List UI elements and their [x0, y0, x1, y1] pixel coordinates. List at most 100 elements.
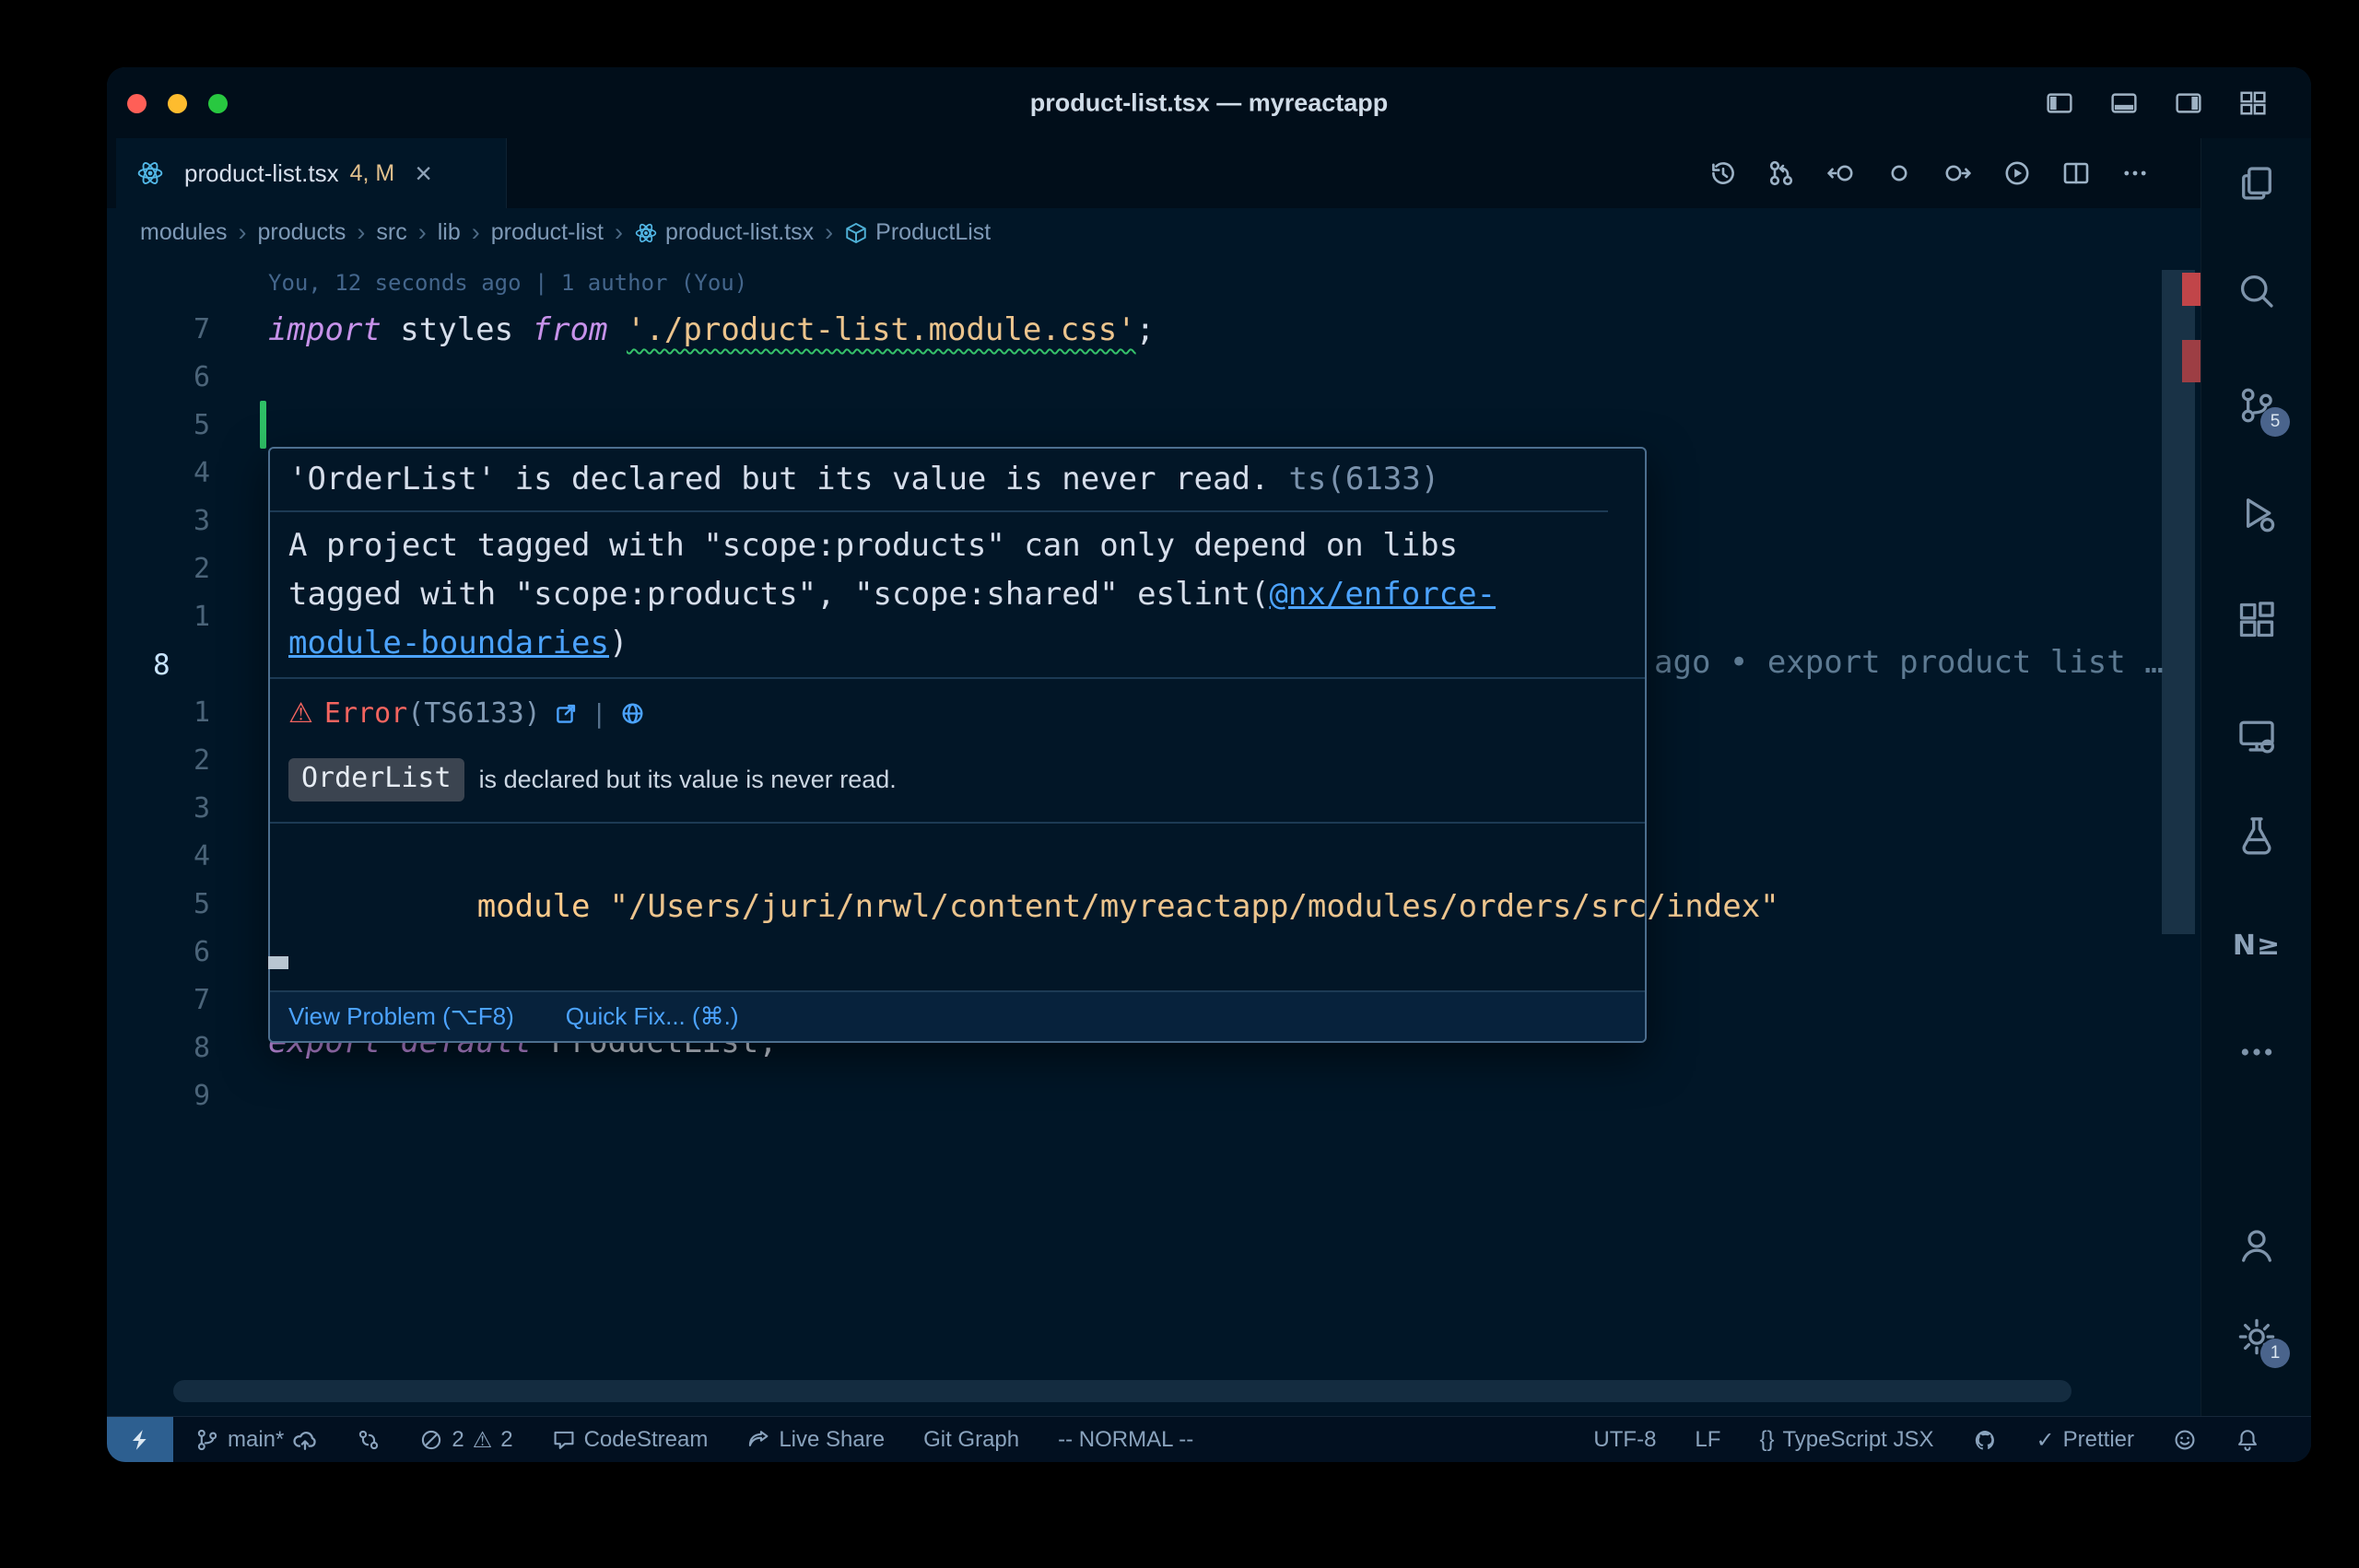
codestream-item[interactable]: CodeStream — [552, 1427, 709, 1453]
check-icon: ✓ — [2036, 1427, 2055, 1453]
encoding-label: UTF-8 — [1593, 1427, 1656, 1453]
additional-views-icon[interactable] — [2231, 1026, 2283, 1078]
pull-request-icon[interactable] — [1766, 158, 1797, 189]
status-bar-left: main* 2 ⚠ 2 CodeStream — [195, 1417, 1193, 1462]
vim-mode-item[interactable]: -- NORMAL -- — [1058, 1427, 1193, 1453]
more-actions-icon[interactable] — [2119, 158, 2151, 189]
line-number[interactable]: 7 — [107, 977, 210, 1024]
minimize-window-button[interactable] — [168, 94, 187, 113]
explorer-icon[interactable] — [2231, 158, 2283, 209]
git-graph-label: Git Graph — [923, 1427, 1019, 1453]
toggle-left-sidebar-icon[interactable] — [2044, 88, 2075, 119]
feedback-item[interactable] — [2173, 1428, 2197, 1452]
run-file-icon[interactable] — [2001, 158, 2033, 189]
react-file-icon — [634, 221, 658, 245]
prettier-item[interactable]: ✓ Prettier — [2036, 1427, 2134, 1453]
tab-label: product-list.tsx — [184, 159, 339, 188]
editor-pane[interactable]: 76543218123456789 You, 12 seconds ago | … — [107, 257, 2201, 1416]
error-count: 2 — [452, 1427, 464, 1453]
breadcrumb-modules[interactable]: modules — [140, 219, 228, 246]
tab-product-list[interactable]: product-list.tsx 4, M × — [116, 138, 507, 208]
error-circle-icon — [419, 1428, 443, 1452]
toggle-panel-icon[interactable] — [2108, 88, 2140, 119]
severity-code: (TS6133) — [407, 697, 541, 730]
line-number[interactable]: 8 — [107, 641, 210, 689]
code-line-import-styles[interactable]: import styles from './product-list.modul… — [268, 306, 1155, 354]
run-and-debug-icon[interactable] — [2231, 487, 2283, 539]
status-bar: main* 2 ⚠ 2 CodeStream — [107, 1416, 2311, 1462]
breadcrumb-lib[interactable]: lib — [438, 219, 461, 246]
eslint-rule-message: A project tagged with "scope:products" c… — [270, 510, 1608, 677]
manage-gear-icon[interactable]: 1 — [2231, 1311, 2283, 1363]
breadcrumb-product-list[interactable]: product-list — [491, 219, 604, 246]
notifications-item[interactable] — [2236, 1428, 2259, 1452]
search-icon[interactable] — [2231, 265, 2283, 317]
zoom-window-button[interactable] — [208, 94, 228, 113]
github-item[interactable] — [1973, 1428, 1998, 1453]
breadcrumb-file[interactable]: product-list.tsx — [665, 219, 814, 246]
line-number[interactable]: 1 — [107, 593, 210, 641]
breadcrumb-symbol[interactable]: ProductList — [875, 219, 991, 246]
tab-close-icon[interactable]: × — [415, 158, 432, 188]
line-number[interactable]: 1 — [107, 689, 210, 737]
line-number[interactable]: 2 — [107, 737, 210, 785]
line-number[interactable]: 2 — [107, 545, 210, 593]
line-number[interactable]: 6 — [107, 929, 210, 977]
tab-bar: product-list.tsx 4, M × — [107, 138, 2201, 208]
source-control-icon[interactable]: 5 — [2231, 380, 2283, 431]
split-editor-icon[interactable] — [2060, 158, 2092, 189]
breadcrumb-src[interactable]: src — [376, 219, 406, 246]
branch-icon — [195, 1428, 219, 1452]
line-number[interactable]: 3 — [107, 785, 210, 833]
live-share-item[interactable]: Live Share — [746, 1427, 885, 1453]
extensions-icon[interactable] — [2231, 594, 2283, 646]
separator-pipe: | — [592, 698, 607, 729]
encoding-item[interactable]: UTF-8 — [1593, 1427, 1656, 1453]
open-external-icon[interactable] — [554, 701, 579, 726]
line-number[interactable]: 4 — [107, 450, 210, 497]
accounts-icon[interactable] — [2231, 1219, 2283, 1270]
change-marker-icon[interactable] — [1884, 158, 1915, 189]
remote-indicator[interactable] — [107, 1417, 173, 1462]
globe-icon[interactable] — [620, 701, 645, 726]
line-number[interactable]: 5 — [107, 402, 210, 450]
line-number[interactable]: 7 — [107, 306, 210, 354]
close-window-button[interactable] — [127, 94, 147, 113]
breadcrumb-products[interactable]: products — [258, 219, 346, 246]
line-number[interactable]: 4 — [107, 833, 210, 881]
activity-bar: 5 N≥ 1 — [2201, 138, 2311, 1416]
timeline-history-icon[interactable] — [1707, 158, 1738, 189]
horizontal-scrollbar[interactable] — [173, 1380, 2071, 1402]
hover-popup: 'OrderList' is declared but its value is… — [268, 447, 1647, 1043]
testing-icon[interactable] — [2231, 809, 2283, 860]
line-number[interactable]: 9 — [107, 1072, 210, 1120]
popup-resize-handle[interactable] — [268, 956, 288, 969]
manage-badge: 1 — [2260, 1339, 2290, 1368]
nx-console-icon[interactable]: N≥ — [2231, 919, 2283, 971]
code-token: from — [533, 311, 608, 348]
code-token: ; — [1136, 311, 1155, 348]
editor-layout-icon[interactable] — [2237, 88, 2269, 119]
view-problem-link[interactable]: View Problem (⌥F8) — [288, 1000, 514, 1034]
gitlens-compare-item[interactable] — [357, 1428, 381, 1452]
titlebar: product-list.tsx — myreactapp — [107, 67, 2311, 138]
module-path: "/Users/juri/nrwl/content/myreactapp/mod… — [610, 888, 1779, 925]
language-mode-item[interactable]: {} TypeScript JSX — [1759, 1427, 1933, 1453]
line-number[interactable]: 5 — [107, 881, 210, 929]
line-number[interactable]: 3 — [107, 497, 210, 545]
line-number[interactable]: 6 — [107, 354, 210, 402]
eol-item[interactable]: LF — [1695, 1427, 1720, 1453]
previous-change-icon[interactable] — [1825, 158, 1856, 189]
remote-explorer-icon[interactable] — [2231, 709, 2283, 761]
git-branch-item[interactable]: main* — [195, 1427, 318, 1453]
code-line-import-orders[interactable]: import { OrderList } from '@myreactapp/m… — [268, 401, 1457, 449]
line-number[interactable]: 8 — [107, 1024, 210, 1072]
tab-modified-badge: 4, M — [350, 160, 395, 187]
next-change-icon[interactable] — [1942, 158, 1974, 189]
toggle-right-sidebar-icon[interactable] — [2173, 88, 2204, 119]
compare-icon — [357, 1428, 381, 1452]
error-explanation-row: OrderList is declared but its value is n… — [288, 758, 1626, 802]
git-graph-item[interactable]: Git Graph — [923, 1427, 1019, 1453]
quick-fix-link[interactable]: Quick Fix... (⌘.) — [566, 1000, 739, 1034]
problems-item[interactable]: 2 ⚠ 2 — [419, 1427, 512, 1453]
